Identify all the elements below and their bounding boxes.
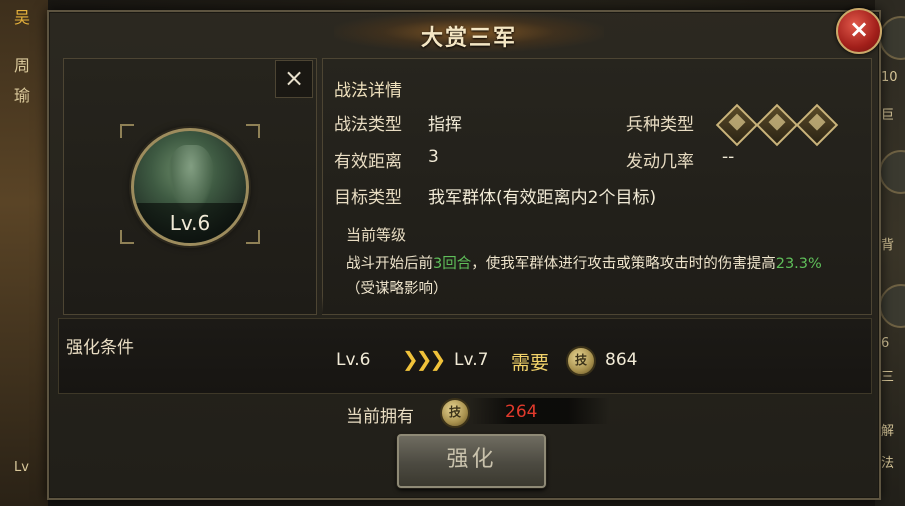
desc-percent: 23.3% bbox=[775, 256, 822, 272]
from-level: Lv.6 bbox=[336, 350, 371, 370]
skill-card-close-button[interactable]: × bbox=[275, 60, 313, 98]
to-level: Lv.7 bbox=[454, 350, 489, 370]
arrow-right-icon: ❯❯❯ bbox=[402, 347, 446, 371]
bg-text: 瑜 bbox=[14, 86, 31, 105]
skill-level: Lv.6 bbox=[169, 211, 211, 235]
dialog-title: 大赏三军 bbox=[420, 26, 517, 51]
target-type-label: 目标类型 bbox=[334, 188, 402, 208]
trigger-rate-label: 发动几率 bbox=[626, 152, 694, 172]
bg-text: 背 bbox=[881, 238, 895, 253]
enhance-condition-label: 强化条件 bbox=[66, 338, 134, 358]
bg-text: 6 bbox=[881, 336, 890, 351]
close-icon: × bbox=[848, 15, 870, 43]
need-label: 需要 bbox=[511, 352, 550, 374]
range-label: 有效距离 bbox=[334, 152, 402, 172]
owned-bar bbox=[470, 398, 610, 424]
need-amount: 864 bbox=[605, 350, 638, 370]
close-button[interactable]: × bbox=[836, 8, 882, 54]
bg-text: 周 bbox=[14, 56, 31, 75]
skill-type-value: 指挥 bbox=[428, 115, 462, 135]
title-bar: 大赏三军 bbox=[334, 12, 604, 52]
range-value: 3 bbox=[428, 147, 439, 167]
desc-text: ，使我军群体进行攻击或策略攻击时的伤害提高 bbox=[471, 256, 776, 272]
bg-hero-portrait bbox=[879, 150, 905, 194]
bg-text: 三 bbox=[881, 370, 895, 385]
bg-text: 吴 bbox=[14, 8, 31, 27]
bg-text: 解 bbox=[881, 424, 895, 439]
troop-type-label: 兵种类型 bbox=[626, 115, 694, 135]
frame-corner bbox=[120, 230, 134, 244]
trigger-rate-value: -- bbox=[722, 147, 735, 167]
frame-corner bbox=[246, 230, 260, 244]
desc-text: 战斗开始后前 bbox=[346, 256, 433, 272]
bg-text: Lv bbox=[14, 460, 29, 475]
bg-text: 巨 bbox=[881, 108, 895, 123]
desc-text: （受谋略影响） bbox=[346, 281, 448, 297]
skill-point-icon: 技 bbox=[566, 346, 596, 376]
frame-corner bbox=[246, 124, 260, 138]
frame-corner bbox=[120, 124, 134, 138]
owned-label: 当前拥有 bbox=[346, 407, 414, 427]
skill-portrait-icon: Lv.6 bbox=[131, 128, 249, 246]
target-type-value: 我军群体(有效距离内2个目标) bbox=[428, 188, 657, 208]
background-left-panel: 吴 周 瑜 Lv bbox=[0, 0, 48, 506]
enhance-button[interactable]: 强化 bbox=[397, 434, 546, 488]
scroll-fade bbox=[322, 296, 870, 314]
skill-type-label: 战法类型 bbox=[334, 115, 402, 135]
owned-amount: 264 bbox=[505, 402, 538, 422]
desc-rounds: 3回合 bbox=[433, 256, 472, 272]
bg-text: 法 bbox=[881, 456, 895, 471]
bg-hero-portrait bbox=[879, 16, 905, 60]
skill-point-icon: 技 bbox=[440, 398, 470, 428]
bg-hero-portrait bbox=[879, 284, 905, 328]
bg-text: 10 bbox=[881, 70, 898, 85]
current-level-label: 当前等级 bbox=[346, 226, 407, 244]
details-header: 战法详情 bbox=[334, 81, 402, 101]
skill-description: 战斗开始后前3回合，使我军群体进行攻击或策略攻击时的伤害提高23.3% （受谋略影… bbox=[346, 252, 846, 302]
